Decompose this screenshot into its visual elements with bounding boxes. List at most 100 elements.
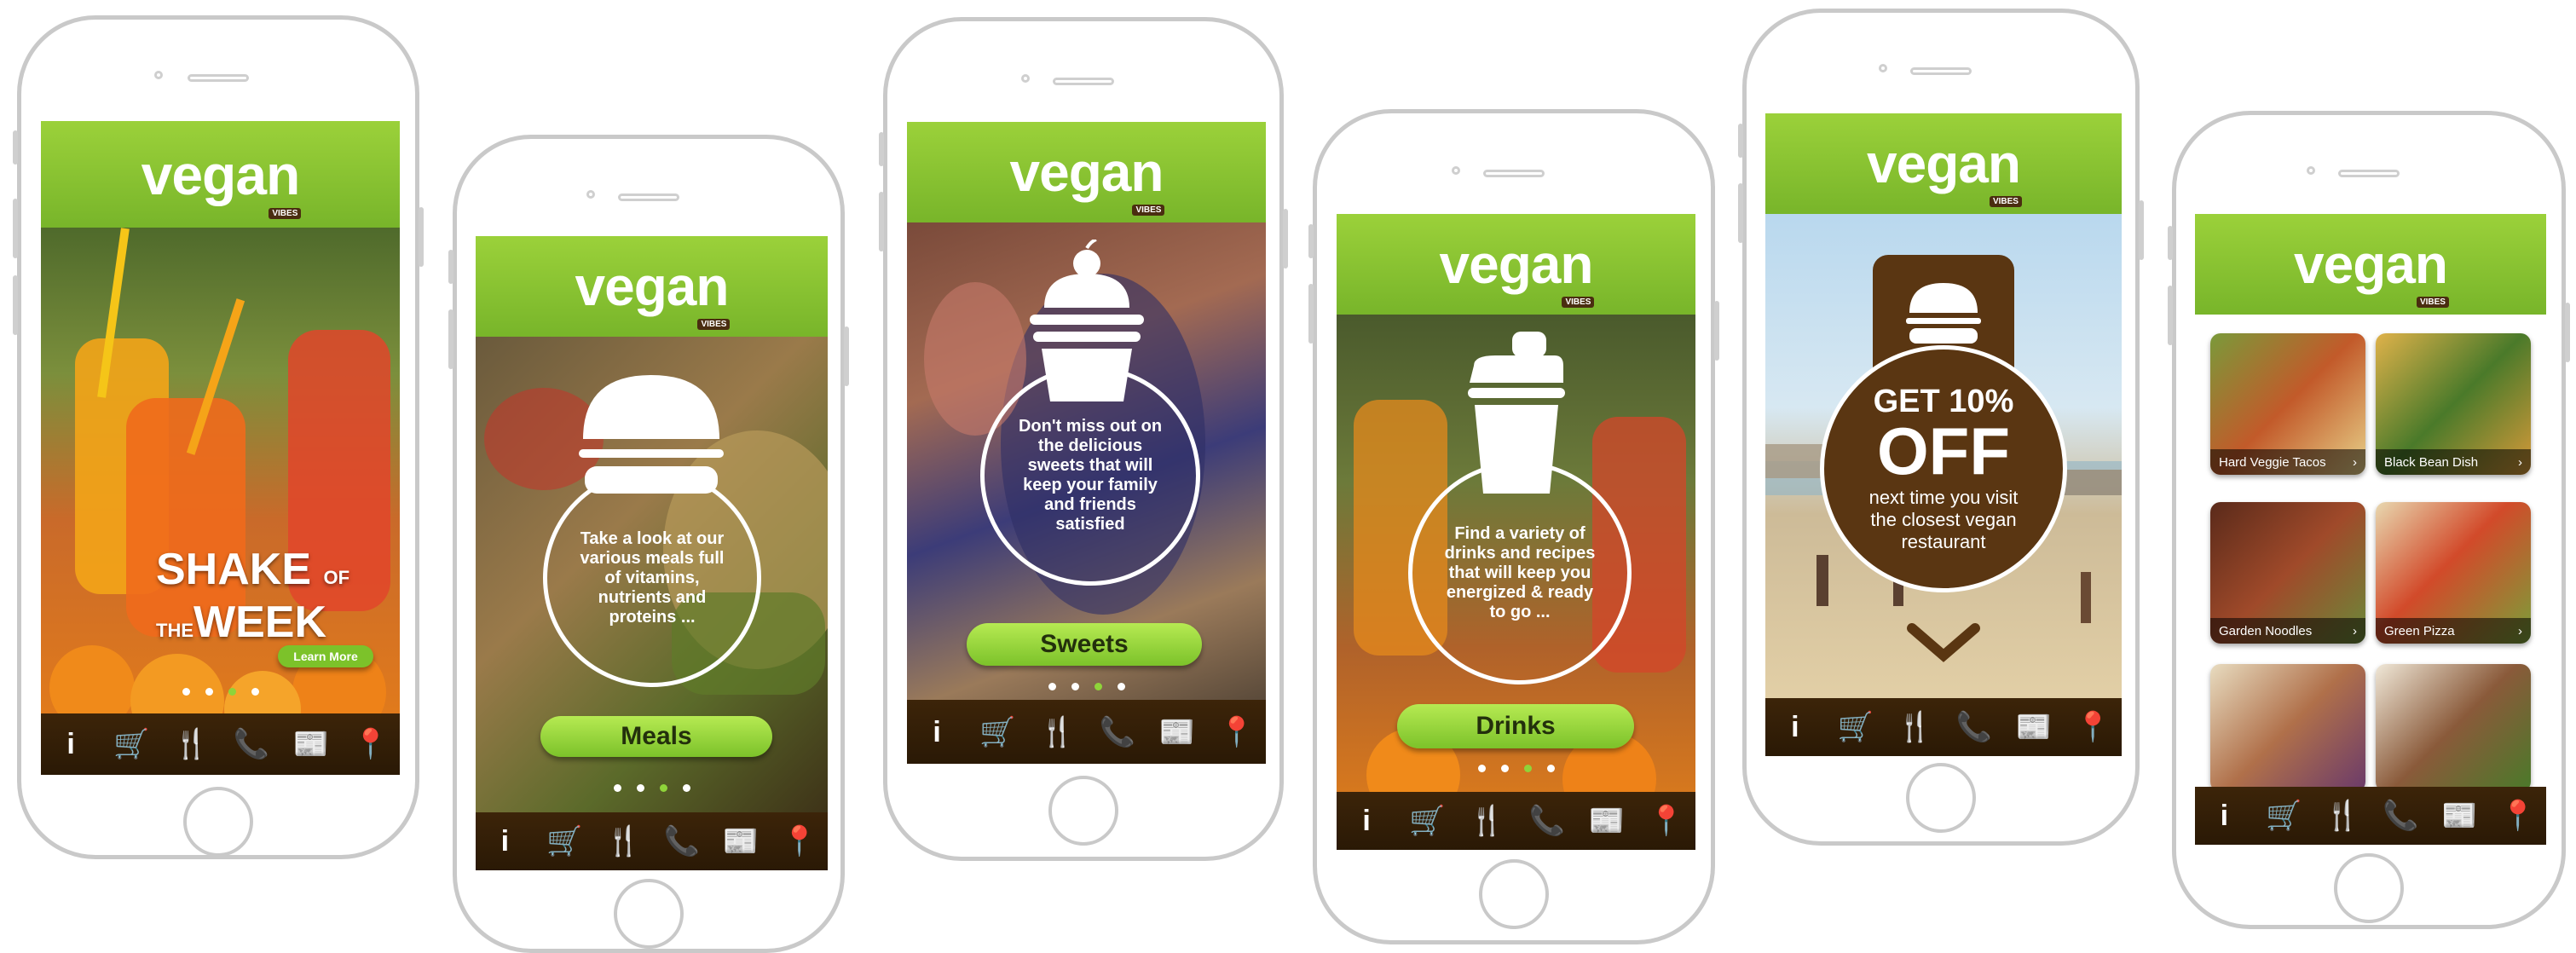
home-button[interactable]	[1479, 859, 1549, 929]
drinks-button[interactable]: Drinks	[1397, 704, 1634, 748]
phone-icon[interactable]: 📞	[2383, 801, 2418, 830]
logo-tagline: VIBES	[1989, 196, 2022, 207]
menu-card[interactable]: Hard Veggie Tacos ›	[2210, 333, 2365, 475]
location-pin-icon[interactable]: 📍	[1649, 806, 1684, 835]
info-icon[interactable]: i	[920, 718, 954, 747]
menu-card[interactable]: Garden Noodles ›	[2210, 502, 2365, 644]
info-icon[interactable]: i	[54, 730, 88, 759]
carousel-dot[interactable]	[682, 784, 690, 792]
promo-description: next time you visit the closest vegan re…	[1868, 487, 2019, 552]
menu-card[interactable]	[2376, 664, 2531, 787]
front-camera	[1021, 74, 1030, 83]
side-button	[844, 326, 849, 386]
phone-icon[interactable]: 📞	[234, 730, 269, 759]
app-header: vegan VIBES	[2195, 214, 2546, 315]
location-pin-icon[interactable]: 📍	[782, 827, 817, 856]
carousel-dots[interactable]	[1337, 765, 1695, 772]
news-icon[interactable]: 📰	[1159, 718, 1195, 747]
carousel-dots[interactable]	[41, 688, 400, 696]
carousel-dot[interactable]	[205, 688, 213, 696]
logo-text: vegan	[575, 256, 730, 317]
cart-icon[interactable]: 🛒	[113, 730, 149, 759]
logo-text: vegan	[1867, 133, 2021, 194]
fork-knife-icon[interactable]: 🍴	[2325, 801, 2360, 830]
cart-icon[interactable]: 🛒	[1409, 806, 1445, 835]
chevron-down-icon[interactable]	[1905, 621, 1982, 664]
carousel-dot[interactable]	[1071, 683, 1079, 690]
location-pin-icon[interactable]: 📍	[1219, 718, 1255, 747]
news-icon[interactable]: 📰	[293, 730, 329, 759]
bottom-nav: i 🛒 🍴 📞 📰 📍	[1765, 698, 2122, 756]
vegan-vibes-logo[interactable]: vegan VIBES	[142, 142, 302, 219]
info-icon[interactable]: i	[2207, 801, 2241, 830]
carousel-dot[interactable]	[636, 784, 644, 792]
home-button[interactable]	[183, 787, 253, 857]
phone-icon[interactable]: 📞	[1956, 713, 1992, 742]
cart-icon[interactable]: 🛒	[546, 827, 582, 856]
location-pin-icon[interactable]: 📍	[2500, 801, 2536, 830]
home-button[interactable]	[1048, 776, 1118, 846]
news-icon[interactable]: 📰	[723, 827, 759, 856]
meals-button[interactable]: Meals	[540, 716, 772, 757]
menu-grid: Hard Veggie Tacos › Black Bean Dish › Gard…	[2195, 315, 2546, 787]
vegan-vibes-logo[interactable]: vegan VIBES	[2294, 233, 2449, 308]
cart-icon[interactable]: 🛒	[2266, 801, 2302, 830]
front-camera	[586, 190, 595, 199]
news-icon[interactable]: 📰	[2015, 713, 2051, 742]
side-button	[448, 309, 453, 369]
fork-knife-icon[interactable]: 🍴	[605, 827, 641, 856]
fork-knife-icon[interactable]: 🍴	[1039, 718, 1075, 747]
carousel-dot-active[interactable]	[659, 784, 667, 792]
drinks-description: Find a variety of drinks and recipes tha…	[1444, 523, 1596, 621]
promo-circle[interactable]: GET 10% OFF next time you visit the clos…	[1820, 345, 2067, 592]
screen-shake-of-the-week: vegan VIBES SHAKE OF THEWEEK Learn More	[41, 121, 400, 775]
carousel-dot-active[interactable]	[228, 688, 236, 696]
cart-icon[interactable]: 🛒	[1837, 713, 1873, 742]
news-icon[interactable]: 📰	[1589, 806, 1625, 835]
speaker-grille	[2338, 170, 2400, 177]
phone-icon[interactable]: 📞	[1529, 806, 1565, 835]
phone-icon[interactable]: 📞	[1100, 718, 1135, 747]
carousel-dots[interactable]	[907, 683, 1266, 690]
bottom-nav: i 🛒 🍴 📞 📰 📍	[41, 713, 400, 775]
vegan-vibes-logo[interactable]: vegan VIBES	[575, 255, 731, 330]
carousel-dots[interactable]	[476, 784, 828, 792]
news-icon[interactable]: 📰	[2441, 801, 2477, 830]
sweets-button[interactable]: Sweets	[967, 623, 1202, 666]
menu-card[interactable]: Black Bean Dish ›	[2376, 333, 2531, 475]
fork-knife-icon[interactable]: 🍴	[1897, 713, 1932, 742]
carousel-dot[interactable]	[1048, 683, 1056, 690]
menu-card[interactable]	[2210, 664, 2365, 787]
carousel-dot[interactable]	[1117, 683, 1125, 690]
home-button[interactable]	[614, 879, 684, 949]
vegan-vibes-logo[interactable]: vegan VIBES	[1440, 233, 1595, 308]
side-button	[448, 250, 453, 284]
carousel-dot[interactable]	[1500, 765, 1509, 772]
location-pin-icon[interactable]: 📍	[2075, 713, 2111, 742]
side-button	[1714, 301, 1719, 361]
carousel-dot[interactable]	[1546, 765, 1555, 772]
menu-card[interactable]: Green Pizza ›	[2376, 502, 2531, 644]
location-pin-icon[interactable]: 📍	[353, 730, 389, 759]
vegan-vibes-logo[interactable]: vegan VIBES	[1867, 132, 2022, 207]
info-icon[interactable]: i	[488, 827, 522, 856]
bottom-nav: i 🛒 🍴 📞 📰 📍	[907, 700, 1266, 764]
carousel-dot[interactable]	[613, 784, 621, 792]
cart-icon[interactable]: 🛒	[979, 718, 1015, 747]
home-button[interactable]	[2334, 853, 2404, 923]
learn-more-button[interactable]: Learn More	[278, 645, 373, 667]
carousel-dot-active[interactable]	[1523, 765, 1532, 772]
carousel-dot-active[interactable]	[1094, 683, 1102, 690]
info-icon[interactable]: i	[1778, 713, 1812, 742]
carousel-dot[interactable]	[1477, 765, 1486, 772]
vegan-vibes-logo[interactable]: vegan VIBES	[1010, 141, 1165, 216]
info-icon[interactable]: i	[1349, 806, 1383, 835]
phone-icon[interactable]: 📞	[664, 827, 700, 856]
home-button[interactable]	[1906, 763, 1976, 833]
carousel-dot[interactable]	[251, 688, 259, 696]
side-button	[2168, 286, 2173, 345]
promo-off: OFF	[1877, 413, 2010, 488]
carousel-dot[interactable]	[182, 688, 190, 696]
fork-knife-icon[interactable]: 🍴	[173, 730, 209, 759]
fork-knife-icon[interactable]: 🍴	[1469, 806, 1505, 835]
